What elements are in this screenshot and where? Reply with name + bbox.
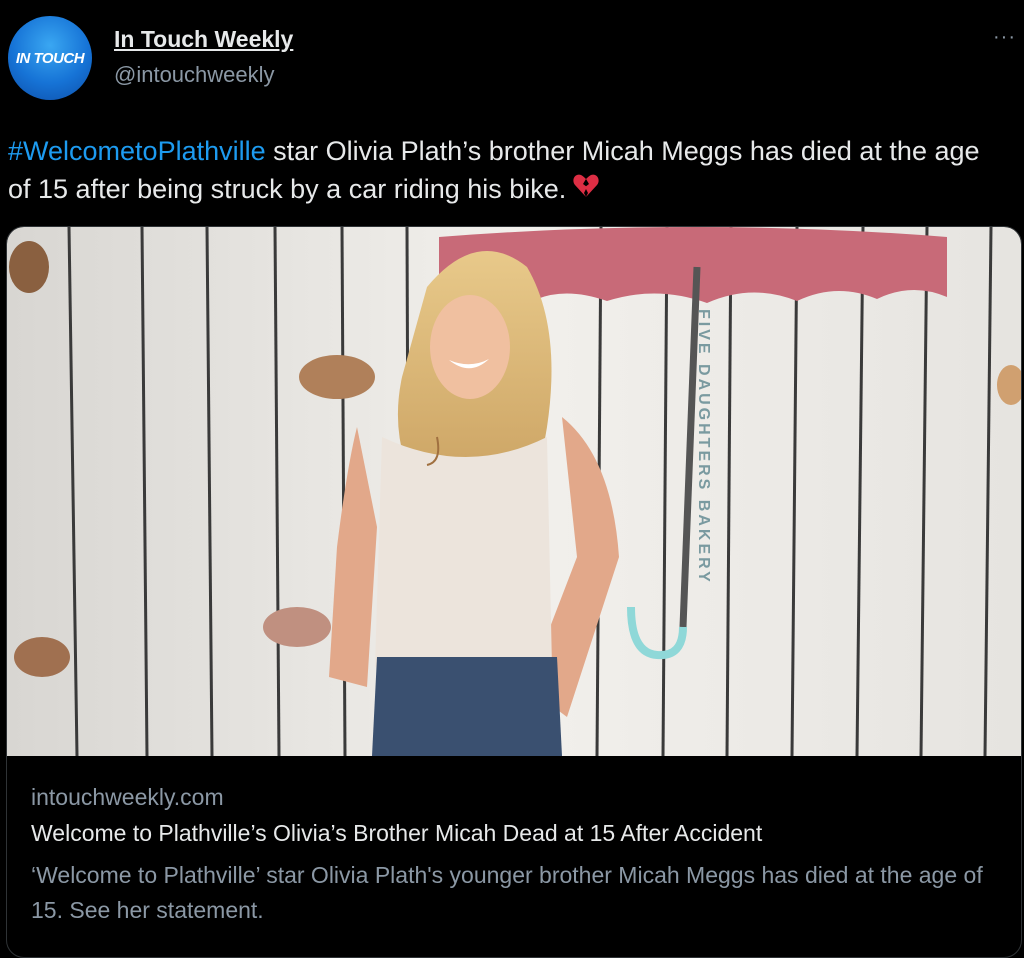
hashtag-link[interactable]: #WelcometoPlathville	[8, 136, 266, 166]
bakery-sign: FIVE DAUGHTERS BAKERY	[695, 309, 712, 585]
account-handle[interactable]: @intouchweekly	[114, 62, 275, 88]
more-options-icon[interactable]: ···	[993, 26, 1016, 49]
card-meta[interactable]: intouchweekly.com Welcome to Plathville’…	[7, 756, 1021, 956]
card-image[interactable]: FIVE DAUGHTERS BAKERY	[7, 227, 1021, 756]
card-domain: intouchweekly.com	[31, 784, 224, 810]
avatar[interactable]: IN TOUCH	[8, 16, 92, 100]
photo-illustration: FIVE DAUGHTERS BAKERY	[7, 227, 1021, 756]
intouch-logo: IN TOUCH	[15, 49, 85, 67]
card-description: ‘Welcome to Plathville’ star Olivia Plat…	[31, 862, 983, 923]
tweet-text: #WelcometoPlathville star Olivia Plath’s…	[8, 132, 1008, 210]
account-name[interactable]: In Touch Weekly	[114, 26, 293, 53]
card-title[interactable]: Welcome to Plathville’s Olivia’s Brother…	[31, 820, 762, 847]
broken-heart-icon	[572, 172, 600, 210]
link-card[interactable]: FIVE DAUGHTERS BAKERY intouchweekly.com …	[6, 226, 1022, 958]
